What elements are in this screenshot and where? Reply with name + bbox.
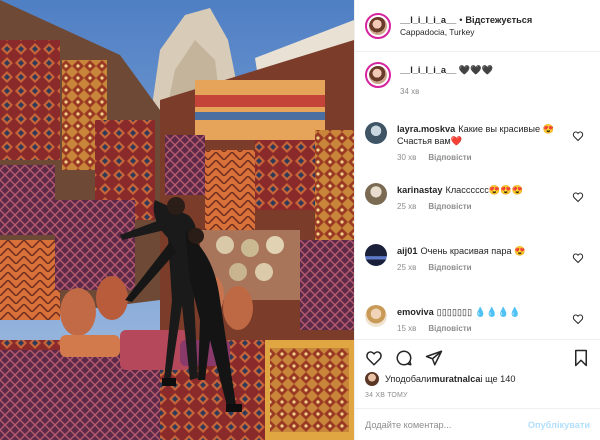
commenter-avatar[interactable]	[365, 244, 387, 266]
comment-item: aij01 Очень красивая пара 😍 25 хв Відповіс…	[365, 242, 590, 303]
comment-meta: 25 хв Відповісти	[397, 263, 572, 272]
add-comment-bar: Опублікувати	[355, 408, 600, 440]
comment-input[interactable]	[365, 419, 528, 430]
author-avatar[interactable]	[365, 12, 391, 39]
comment-heart-icon[interactable]	[572, 252, 584, 264]
comment-text: emoviva ▯▯▯▯▯▯▯ 💧💧💧💧	[397, 306, 572, 318]
reply-button[interactable]: Відповісти	[428, 324, 471, 333]
comment-meta: 30 хв Відповісти	[397, 153, 572, 162]
comment-time[interactable]: 25 хв	[397, 202, 416, 211]
caption-time[interactable]: 34 хв	[400, 87, 493, 96]
comment-text: karinastay Класссссс😍😍😍	[397, 184, 572, 196]
comment-meta: 25 хв Відповісти	[397, 202, 572, 211]
commenter-username[interactable]: karinastay	[397, 185, 442, 195]
comment-time[interactable]: 15 хв	[397, 324, 416, 333]
comment-icon[interactable]	[395, 349, 413, 367]
comment-heart-icon[interactable]	[572, 130, 584, 142]
likes-count[interactable]: і ще 140	[480, 374, 515, 384]
commenter-avatar[interactable]	[365, 122, 387, 144]
caption-avatar[interactable]	[365, 62, 391, 88]
instagram-post: __l_i_l_i_a__ • Відстежується Cappadocia…	[0, 0, 600, 440]
comment-item: emoviva ▯▯▯▯▯▯▯ 💧💧💧💧 15 хв Відповісти	[365, 303, 590, 339]
post-actions: Уподобали muratnalca і ще 140 34 ХВ ТОМУ	[355, 339, 600, 408]
comment-content: Класссссс😍😍😍	[445, 185, 524, 195]
comment-time[interactable]: 30 хв	[397, 153, 416, 162]
publish-button[interactable]: Опублікувати	[528, 420, 590, 430]
liker-username[interactable]: muratnalca	[431, 374, 480, 384]
commenter-username[interactable]: layra.moskva	[397, 124, 455, 134]
commenter-username[interactable]: emoviva	[397, 307, 434, 317]
liker-avatar	[365, 372, 379, 386]
commenter-username[interactable]: aij01	[397, 246, 417, 256]
author-info: __l_i_l_i_a__ • Відстежується Cappadocia…	[400, 14, 532, 38]
caption-body: __l_i_l_i_a__ 🖤🖤🖤 34 хв	[400, 62, 493, 96]
caption-text: __l_i_l_i_a__ 🖤🖤🖤	[400, 65, 493, 76]
post-location[interactable]: Cappadocia, Turkey	[400, 26, 532, 38]
following-button[interactable]: Відстежується	[465, 14, 532, 26]
carpet-shop-photo	[0, 0, 354, 440]
comment-body: karinastay Класссссс😍😍😍 25 хв Відповісти	[397, 181, 572, 211]
author-username[interactable]: __l_i_l_i_a__	[400, 14, 456, 26]
heart-icon[interactable]	[365, 349, 383, 367]
post-timestamp[interactable]: 34 ХВ ТОМУ	[365, 392, 590, 408]
action-icons	[365, 346, 590, 370]
comment-body: layra.moskva Какие вы красивые 😍 Счастья …	[397, 120, 572, 162]
comment-meta: 15 хв Відповісти	[397, 324, 572, 333]
comment-text: aij01 Очень красивая пара 😍	[397, 245, 572, 257]
caption: __l_i_l_i_a__ 🖤🖤🖤 34 хв	[365, 62, 590, 120]
post-details-panel: __l_i_l_i_a__ • Відстежується Cappadocia…	[354, 0, 600, 440]
author-line: __l_i_l_i_a__ • Відстежується	[400, 14, 532, 26]
caption-username[interactable]: __l_i_l_i_a__	[400, 65, 456, 75]
bookmark-icon[interactable]	[572, 349, 590, 367]
comment-content: ▯▯▯▯▯▯▯ 💧💧💧💧	[436, 307, 521, 317]
reply-button[interactable]: Відповісти	[428, 263, 471, 272]
reply-button[interactable]: Відповісти	[428, 153, 471, 162]
comment-body: emoviva ▯▯▯▯▯▯▯ 💧💧💧💧 15 хв Відповісти	[397, 303, 572, 333]
comment-item: layra.moskva Какие вы красивые 😍 Счастья …	[365, 120, 590, 181]
comment-content: Очень красивая пара 😍	[420, 246, 526, 256]
share-icon[interactable]	[425, 349, 443, 367]
separator-dot: •	[459, 14, 463, 25]
comment-body: aij01 Очень красивая пара 😍 25 хв Відповіс…	[397, 242, 572, 272]
post-header: __l_i_l_i_a__ • Відстежується Cappadocia…	[355, 0, 600, 52]
likes-summary[interactable]: Уподобали muratnalca і ще 140	[365, 370, 590, 388]
comment-heart-icon[interactable]	[572, 313, 584, 325]
commenter-avatar[interactable]	[365, 183, 387, 205]
likes-prefix: Уподобали	[385, 374, 432, 384]
comments-list[interactable]: __l_i_l_i_a__ 🖤🖤🖤 34 хв layra.moskva Каки…	[355, 52, 600, 339]
caption-content: 🖤🖤🖤	[458, 65, 494, 75]
comment-item: karinastay Класссссс😍😍😍 25 хв Відповісти	[365, 181, 590, 242]
commenter-avatar[interactable]	[365, 305, 387, 327]
comment-time[interactable]: 25 хв	[397, 263, 416, 272]
comment-heart-icon[interactable]	[572, 191, 584, 203]
post-photo[interactable]	[0, 0, 354, 440]
comment-text: layra.moskva Какие вы красивые 😍 Счастья …	[397, 123, 572, 147]
reply-button[interactable]: Відповісти	[428, 202, 471, 211]
